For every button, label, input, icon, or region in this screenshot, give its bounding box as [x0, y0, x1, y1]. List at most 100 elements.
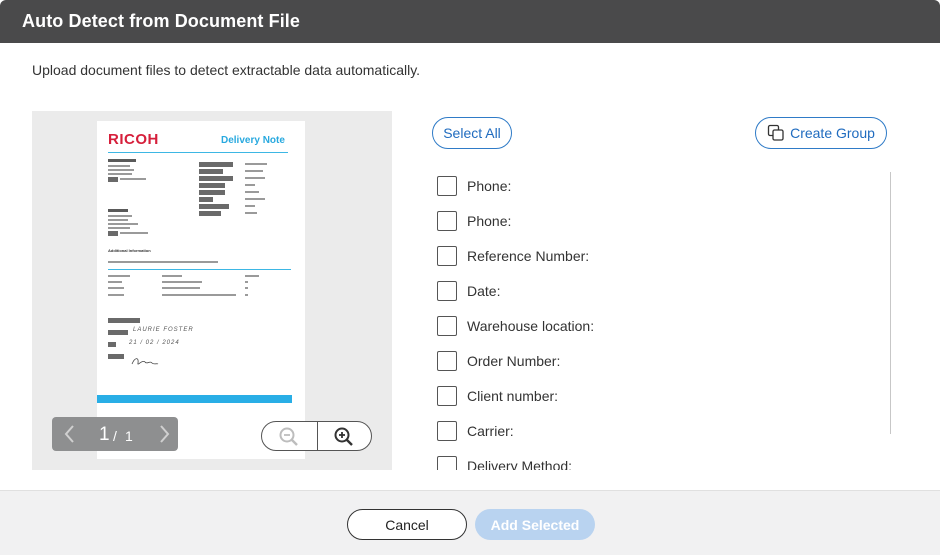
document-text-line — [120, 178, 146, 180]
document-text-line — [245, 198, 265, 200]
zoom-in-icon[interactable] — [333, 426, 355, 448]
document-logo: RICOH — [108, 131, 159, 148]
document-text-line — [245, 294, 248, 296]
zoom-out-icon[interactable] — [278, 426, 300, 448]
field-checkbox[interactable] — [437, 421, 457, 441]
dialog-title: Auto Detect from Document File — [22, 11, 301, 31]
select-all-label: Select All — [443, 125, 501, 141]
field-row[interactable]: Delivery Method: — [437, 455, 572, 470]
document-text-line — [162, 294, 236, 296]
page-separator: / — [113, 428, 117, 444]
document-text-line — [108, 294, 124, 296]
document-highlight — [199, 211, 221, 216]
document-text-line — [245, 212, 257, 214]
document-highlight — [108, 354, 124, 359]
document-text-line — [245, 170, 263, 172]
field-checkbox[interactable] — [437, 456, 457, 470]
document-text-line — [108, 209, 128, 212]
document-highlight — [108, 318, 140, 323]
document-highlight — [199, 169, 223, 174]
document-preview-panel: RICOH Delivery Note Additional Informati… — [32, 111, 392, 470]
document-highlight — [199, 162, 233, 167]
document-text-line — [245, 184, 255, 186]
document-text-line — [108, 261, 218, 263]
field-label: Client number: — [467, 388, 559, 404]
create-group-label: Create Group — [790, 125, 875, 141]
document-highlight — [108, 231, 118, 236]
field-row[interactable]: Phone: — [437, 210, 511, 232]
document-header-rule — [108, 152, 288, 153]
document-highlight — [199, 204, 229, 209]
field-checkbox[interactable] — [437, 316, 457, 336]
add-selected-button[interactable]: Add Selected — [475, 509, 595, 540]
list-scrollbar[interactable] — [890, 172, 891, 434]
field-checkbox[interactable] — [437, 246, 457, 266]
field-label: Warehouse location: — [467, 318, 595, 334]
document-text-line — [108, 227, 130, 229]
detected-fields-list: Phone: Phone: Reference Number: Date: Wa… — [437, 168, 877, 470]
document-text-line — [245, 281, 248, 283]
document-text-line — [108, 223, 138, 225]
field-label: Phone: — [467, 178, 512, 194]
total-pages: 1 — [125, 428, 133, 444]
document-highlight — [199, 183, 225, 188]
document-page-thumbnail: RICOH Delivery Note Additional Informati… — [97, 121, 305, 459]
document-text-line — [108, 159, 136, 162]
document-text-line — [108, 169, 134, 171]
field-checkbox[interactable] — [437, 176, 457, 196]
field-label: Reference Number: — [467, 248, 590, 264]
document-text-line — [245, 191, 259, 193]
document-text-line — [245, 287, 248, 289]
cancel-button[interactable]: Cancel — [347, 509, 467, 540]
add-selected-label: Add Selected — [490, 516, 580, 533]
field-checkbox[interactable] — [437, 386, 457, 406]
document-footer-bar — [97, 395, 292, 403]
document-highlight — [199, 197, 213, 202]
field-label: Date: — [467, 283, 501, 299]
document-text-line — [108, 219, 128, 221]
dialog-footer: Cancel Add Selected — [0, 490, 940, 555]
chevron-right-icon[interactable] — [152, 422, 176, 446]
document-handwritten-date: 21 / 02 / 2024 — [129, 340, 180, 346]
document-highlight — [199, 176, 233, 181]
document-text-line — [245, 205, 255, 207]
field-checkbox[interactable] — [437, 351, 457, 371]
page-navigator: 1 / 1 — [52, 417, 178, 451]
field-row[interactable]: Phone: — [437, 175, 511, 197]
field-checkbox[interactable] — [437, 281, 457, 301]
field-checkbox[interactable] — [437, 211, 457, 231]
document-handwritten-name: LAURIE FOSTER — [133, 327, 194, 333]
document-text-line — [108, 165, 130, 167]
select-all-button[interactable]: Select All — [432, 117, 512, 149]
document-text-line — [108, 173, 132, 175]
document-highlight — [199, 190, 225, 195]
copy-icon — [767, 124, 784, 141]
document-table-rule — [108, 269, 291, 270]
document-text-line — [108, 275, 130, 277]
field-row[interactable]: Client number: — [437, 385, 558, 407]
field-row[interactable]: Reference Number: — [437, 245, 589, 267]
document-highlight — [108, 330, 128, 335]
document-title: Delivery Note — [221, 135, 285, 146]
field-row[interactable]: Carrier: — [437, 420, 514, 442]
document-text-line — [245, 275, 259, 277]
dialog-titlebar: Auto Detect from Document File — [0, 0, 940, 43]
field-row[interactable]: Date: — [437, 280, 500, 302]
chevron-left-icon[interactable] — [58, 422, 82, 446]
document-highlight — [108, 177, 118, 182]
dialog-subtitle: Upload document files to detect extracta… — [32, 62, 421, 78]
document-text-line — [108, 281, 122, 283]
document-highlight — [108, 342, 116, 347]
create-group-button[interactable]: Create Group — [755, 117, 887, 149]
document-text-line — [120, 232, 148, 234]
field-row[interactable]: Order Number: — [437, 350, 560, 372]
document-section-heading: Additional Information — [108, 248, 151, 253]
document-text-line — [162, 281, 202, 283]
field-label: Phone: — [467, 213, 512, 229]
document-text-line — [108, 215, 132, 217]
document-text-line — [162, 287, 200, 289]
field-row[interactable]: Warehouse location: — [437, 315, 594, 337]
signature-scribble — [131, 358, 159, 365]
zoom-divider — [317, 422, 318, 450]
document-text-line — [162, 275, 182, 277]
